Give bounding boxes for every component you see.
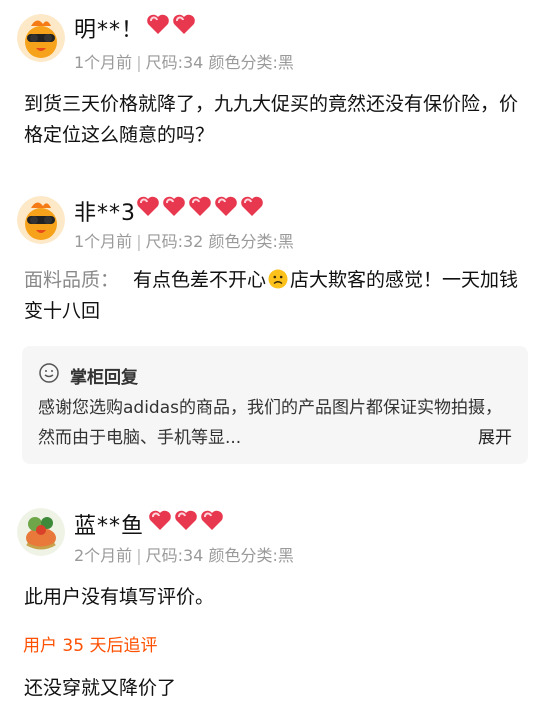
review-username: 明**！ bbox=[74, 18, 145, 43]
expand-button[interactable]: 展开 bbox=[478, 423, 512, 453]
review-content: 到货三天价格就降了，九九大促买的竟然还没有保价险，价格定位这么随意的吗？ bbox=[24, 93, 519, 146]
content-part-1: 有点色差不开心 bbox=[133, 269, 267, 291]
review-size: 尺码:34 bbox=[145, 53, 204, 72]
smiley-chat-icon bbox=[39, 363, 59, 383]
rating-hearts bbox=[148, 509, 224, 531]
review-item: 明**！ 1个月前 | 尺码:34 颜色分类:黑 到货三天价格就降了，九九大促买的竟… bbox=[0, 0, 550, 170]
cartoon-bird-sunglasses-icon bbox=[17, 14, 65, 62]
heart-icon bbox=[189, 196, 211, 216]
review-color: 颜色分类:黑 bbox=[208, 53, 294, 72]
user-avatar[interactable] bbox=[17, 14, 65, 62]
heart-icon bbox=[201, 510, 223, 530]
heart-icon bbox=[173, 14, 195, 34]
followup-label: 用户 35 天后追评 bbox=[23, 636, 158, 656]
review-content: 此用户没有填写评价。 bbox=[24, 586, 215, 608]
heart-icon bbox=[137, 196, 159, 216]
sad-face-emoji-icon bbox=[268, 269, 288, 289]
heart-icon bbox=[175, 510, 197, 530]
heart-icon bbox=[163, 196, 185, 216]
user-avatar[interactable] bbox=[17, 196, 65, 244]
followup-content: 还没穿就又降价了 bbox=[24, 677, 177, 699]
meta-separator: | bbox=[136, 53, 142, 72]
review-time: 2个月前 bbox=[74, 546, 133, 565]
review-time: 1个月前 bbox=[74, 232, 133, 251]
heart-icon bbox=[149, 510, 171, 530]
meta-separator: | bbox=[136, 546, 142, 565]
review-username: 蓝**鱼 bbox=[74, 514, 145, 539]
meta-separator: | bbox=[136, 232, 142, 251]
rating-hearts bbox=[146, 13, 196, 35]
heart-icon bbox=[241, 196, 263, 216]
rating-hearts bbox=[136, 195, 264, 217]
reviews-page: 明**！ 1个月前 | 尺码:34 颜色分类:黑 到货三天价格就降了，九九大促买的竟… bbox=[0, 0, 550, 719]
review-size: 尺码:32 bbox=[145, 232, 204, 251]
user-avatar[interactable] bbox=[17, 508, 65, 556]
review-content: 面料品质： 有点色差不开心 店大欺客的感觉！一天加钱变十八回 bbox=[24, 265, 529, 327]
review-color: 颜色分类:黑 bbox=[208, 232, 294, 251]
seller-reply-title: 掌柜回复 bbox=[70, 368, 138, 388]
review-username: 非**3 bbox=[74, 201, 136, 226]
review-size: 尺码:34 bbox=[145, 546, 204, 565]
review-color: 颜色分类:黑 bbox=[208, 546, 294, 565]
seller-reply-box: 掌柜回复 感谢您选购adidas的商品，我们的产品图片都保证实物拍摄，然而由于电… bbox=[22, 346, 528, 464]
content-label: 面料品质： bbox=[24, 269, 120, 291]
seller-reply-text: 感谢您选购adidas的商品，我们的产品图片都保证实物拍摄，然而由于电脑、手机等… bbox=[38, 398, 502, 448]
review-meta: 1个月前 | 尺码:32 颜色分类:黑 bbox=[74, 228, 294, 252]
cartoon-bird-sunglasses-icon bbox=[17, 196, 65, 244]
heart-icon bbox=[147, 14, 169, 34]
review-meta: 1个月前 | 尺码:34 颜色分类:黑 bbox=[74, 49, 294, 73]
photo-avatar-icon bbox=[17, 508, 65, 556]
review-meta: 2个月前 | 尺码:34 颜色分类:黑 bbox=[74, 542, 294, 566]
heart-icon bbox=[215, 196, 237, 216]
review-time: 1个月前 bbox=[74, 53, 133, 72]
